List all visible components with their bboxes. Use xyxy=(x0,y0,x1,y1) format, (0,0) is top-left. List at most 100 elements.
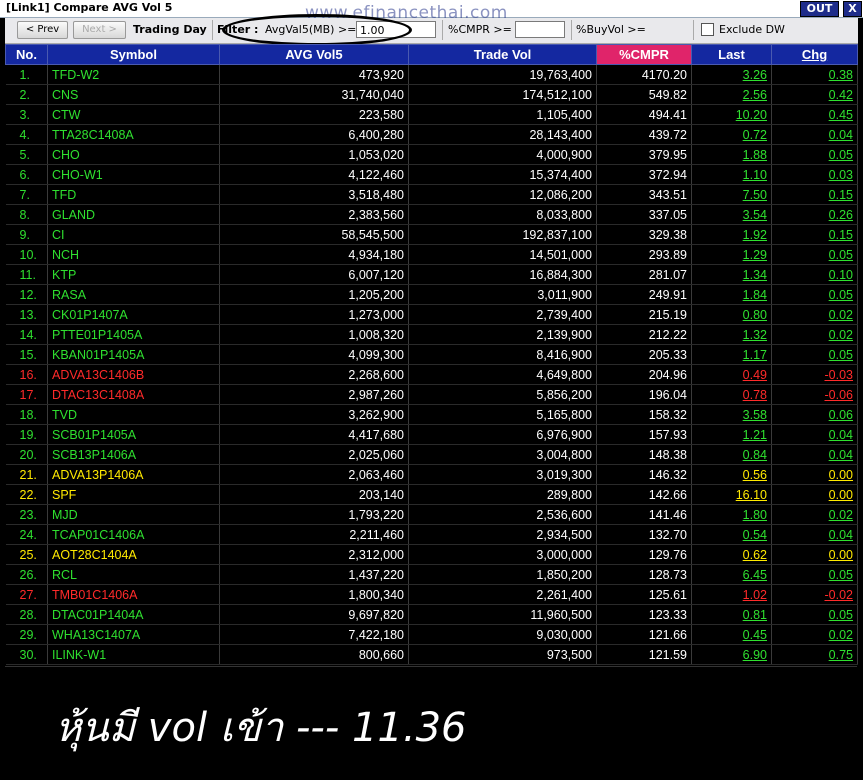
table-row[interactable]: 20. SCB13P1406A 2,025,060 3,004,800 148.38 0.… xyxy=(5,444,858,465)
chg-cell[interactable]: 0.45 xyxy=(771,104,858,125)
last-cell[interactable]: 1.34 xyxy=(691,264,772,285)
table-row[interactable]: 9. CI 58,545,500 192,837,100 329.38 1.92 0.15 xyxy=(5,224,858,245)
symbol-cell[interactable]: PTTE01P1405A xyxy=(47,324,220,345)
col-header-symbol[interactable]: Symbol xyxy=(47,44,220,65)
table-row[interactable]: 17. DTAC13C1408A 2,987,260 5,856,200 196.04 0… xyxy=(5,384,858,405)
chg-cell[interactable]: 0.05 xyxy=(771,564,858,585)
last-cell[interactable]: 0.56 xyxy=(691,464,772,485)
symbol-cell[interactable]: GLAND xyxy=(47,204,220,225)
chg-cell[interactable]: 0.02 xyxy=(771,304,858,325)
table-row[interactable]: 2. CNS 31,740,040 174,512,100 549.82 2.56 0.42 xyxy=(5,84,858,105)
last-cell[interactable]: 6.45 xyxy=(691,564,772,585)
table-row[interactable]: 13. CK01P1407A 1,273,000 2,739,400 215.19 0.8… xyxy=(5,304,858,325)
table-row[interactable]: 4. TTA28C1408A 6,400,280 28,143,400 439.72 0.… xyxy=(5,124,858,145)
symbol-cell[interactable]: WHA13C1407A xyxy=(47,624,220,645)
table-row[interactable]: 1. TFD-W2 473,920 19,763,400 4170.20 3.26 0.38 xyxy=(5,64,858,85)
chg-cell[interactable]: 0.02 xyxy=(771,504,858,525)
last-cell[interactable]: 6.90 xyxy=(691,644,772,665)
chg-cell[interactable]: 0.05 xyxy=(771,144,858,165)
symbol-cell[interactable]: AOT28C1404A xyxy=(47,544,220,565)
next-button[interactable]: Next > xyxy=(73,21,126,39)
symbol-cell[interactable]: TTA28C1408A xyxy=(47,124,220,145)
symbol-cell[interactable]: TFD xyxy=(47,184,220,205)
last-cell[interactable]: 1.32 xyxy=(691,324,772,345)
symbol-cell[interactable]: ILINK-W1 xyxy=(47,644,220,665)
col-header-trade-vol[interactable]: Trade Vol xyxy=(408,44,597,65)
cmpr-input[interactable] xyxy=(515,21,565,38)
symbol-cell[interactable]: RCL xyxy=(47,564,220,585)
last-cell[interactable]: 0.84 xyxy=(691,444,772,465)
table-row[interactable]: 23. MJD 1,793,220 2,536,600 141.46 1.80 0.02 xyxy=(5,504,858,525)
table-row[interactable]: 10. NCH 4,934,180 14,501,000 293.89 1.29 0.05 xyxy=(5,244,858,265)
table-row[interactable]: 14. PTTE01P1405A 1,008,320 2,139,900 212.22 1… xyxy=(5,324,858,345)
symbol-cell[interactable]: DTAC13C1408A xyxy=(47,384,220,405)
table-row[interactable]: 25. AOT28C1404A 2,312,000 3,000,000 129.76 0.… xyxy=(5,544,858,565)
chg-cell[interactable]: 0.04 xyxy=(771,424,858,445)
symbol-cell[interactable]: CI xyxy=(47,224,220,245)
symbol-cell[interactable]: ADVA13P1406A xyxy=(47,464,220,485)
chg-cell[interactable]: 0.75 xyxy=(771,644,858,665)
symbol-cell[interactable]: TCAP01C1406A xyxy=(47,524,220,545)
chg-cell[interactable]: 0.02 xyxy=(771,624,858,645)
chg-cell[interactable]: -0.03 xyxy=(771,364,858,385)
table-row[interactable]: 30. ILINK-W1 800,660 973,500 121.59 6.90 0.75 xyxy=(5,644,858,665)
table-row[interactable]: 24. TCAP01C1406A 2,211,460 2,934,500 132.70 0… xyxy=(5,524,858,545)
chg-cell[interactable]: 0.00 xyxy=(771,484,858,505)
table-row[interactable]: 27. TMB01C1406A 1,800,340 2,261,400 125.61 1.… xyxy=(5,584,858,605)
last-cell[interactable]: 0.45 xyxy=(691,624,772,645)
chg-cell[interactable]: 0.00 xyxy=(771,464,858,485)
last-cell[interactable]: 3.26 xyxy=(691,64,772,85)
chg-cell[interactable]: 0.42 xyxy=(771,84,858,105)
table-row[interactable]: 3. CTW 223,580 1,105,400 494.41 10.20 0.45 xyxy=(5,104,858,125)
chg-cell[interactable]: 0.05 xyxy=(771,344,858,365)
chg-cell[interactable]: 0.04 xyxy=(771,124,858,145)
col-header-cmpr[interactable]: %CMPR xyxy=(596,44,692,65)
table-row[interactable]: 22. SPF 203,140 289,800 142.66 16.10 0.00 xyxy=(5,484,858,505)
chg-cell[interactable]: 0.05 xyxy=(771,284,858,305)
symbol-cell[interactable]: CHO xyxy=(47,144,220,165)
chg-cell[interactable]: 0.02 xyxy=(771,324,858,345)
table-row[interactable]: 18. TVD 3,262,900 5,165,800 158.32 3.58 0.06 xyxy=(5,404,858,425)
chg-cell[interactable]: 0.26 xyxy=(771,204,858,225)
symbol-cell[interactable]: NCH xyxy=(47,244,220,265)
table-row[interactable]: 29. WHA13C1407A 7,422,180 9,030,000 121.66 0.… xyxy=(5,624,858,645)
last-cell[interactable]: 1.02 xyxy=(691,584,772,605)
symbol-cell[interactable]: MJD xyxy=(47,504,220,525)
table-row[interactable]: 28. DTAC01P1404A 9,697,820 11,960,500 123.33… xyxy=(5,604,858,625)
last-cell[interactable]: 0.80 xyxy=(691,304,772,325)
last-cell[interactable]: 1.88 xyxy=(691,144,772,165)
out-button[interactable]: OUT xyxy=(800,1,839,17)
col-header-chg[interactable]: Chg xyxy=(771,44,858,65)
symbol-cell[interactable]: KTP xyxy=(47,264,220,285)
symbol-cell[interactable]: SPF xyxy=(47,484,220,505)
symbol-cell[interactable]: CTW xyxy=(47,104,220,125)
exclude-dw-checkbox[interactable] xyxy=(701,23,714,36)
chg-cell[interactable]: 0.15 xyxy=(771,184,858,205)
symbol-cell[interactable]: TMB01C1406A xyxy=(47,584,220,605)
chg-cell[interactable]: 0.38 xyxy=(771,64,858,85)
last-cell[interactable]: 10.20 xyxy=(691,104,772,125)
close-button[interactable]: X xyxy=(843,1,862,17)
last-cell[interactable]: 3.58 xyxy=(691,404,772,425)
symbol-cell[interactable]: CNS xyxy=(47,84,220,105)
symbol-cell[interactable]: CHO-W1 xyxy=(47,164,220,185)
prev-button[interactable]: < Prev xyxy=(17,21,68,39)
table-row[interactable]: 12. RASA 1,205,200 3,011,900 249.91 1.84 0.05 xyxy=(5,284,858,305)
last-cell[interactable]: 1.92 xyxy=(691,224,772,245)
table-row[interactable]: 26. RCL 1,437,220 1,850,200 128.73 6.45 0.05 xyxy=(5,564,858,585)
col-header-last[interactable]: Last xyxy=(691,44,772,65)
last-cell[interactable]: 1.84 xyxy=(691,284,772,305)
chg-cell[interactable]: 0.15 xyxy=(771,224,858,245)
table-row[interactable]: 5. CHO 1,053,020 4,000,900 379.95 1.88 0.05 xyxy=(5,144,858,165)
last-cell[interactable]: 16.10 xyxy=(691,484,772,505)
symbol-cell[interactable]: TVD xyxy=(47,404,220,425)
last-cell[interactable]: 0.54 xyxy=(691,524,772,545)
chg-cell[interactable]: 0.04 xyxy=(771,444,858,465)
table-row[interactable]: 11. KTP 6,007,120 16,884,300 281.07 1.34 0.10 xyxy=(5,264,858,285)
chg-cell[interactable]: 0.05 xyxy=(771,244,858,265)
table-row[interactable]: 19. SCB01P1405A 4,417,680 6,976,900 157.93 1.… xyxy=(5,424,858,445)
chg-cell[interactable]: -0.02 xyxy=(771,584,858,605)
col-header-avg-vol5[interactable]: AVG Vol5 xyxy=(219,44,409,65)
last-cell[interactable]: 1.10 xyxy=(691,164,772,185)
chg-cell[interactable]: 0.05 xyxy=(771,604,858,625)
